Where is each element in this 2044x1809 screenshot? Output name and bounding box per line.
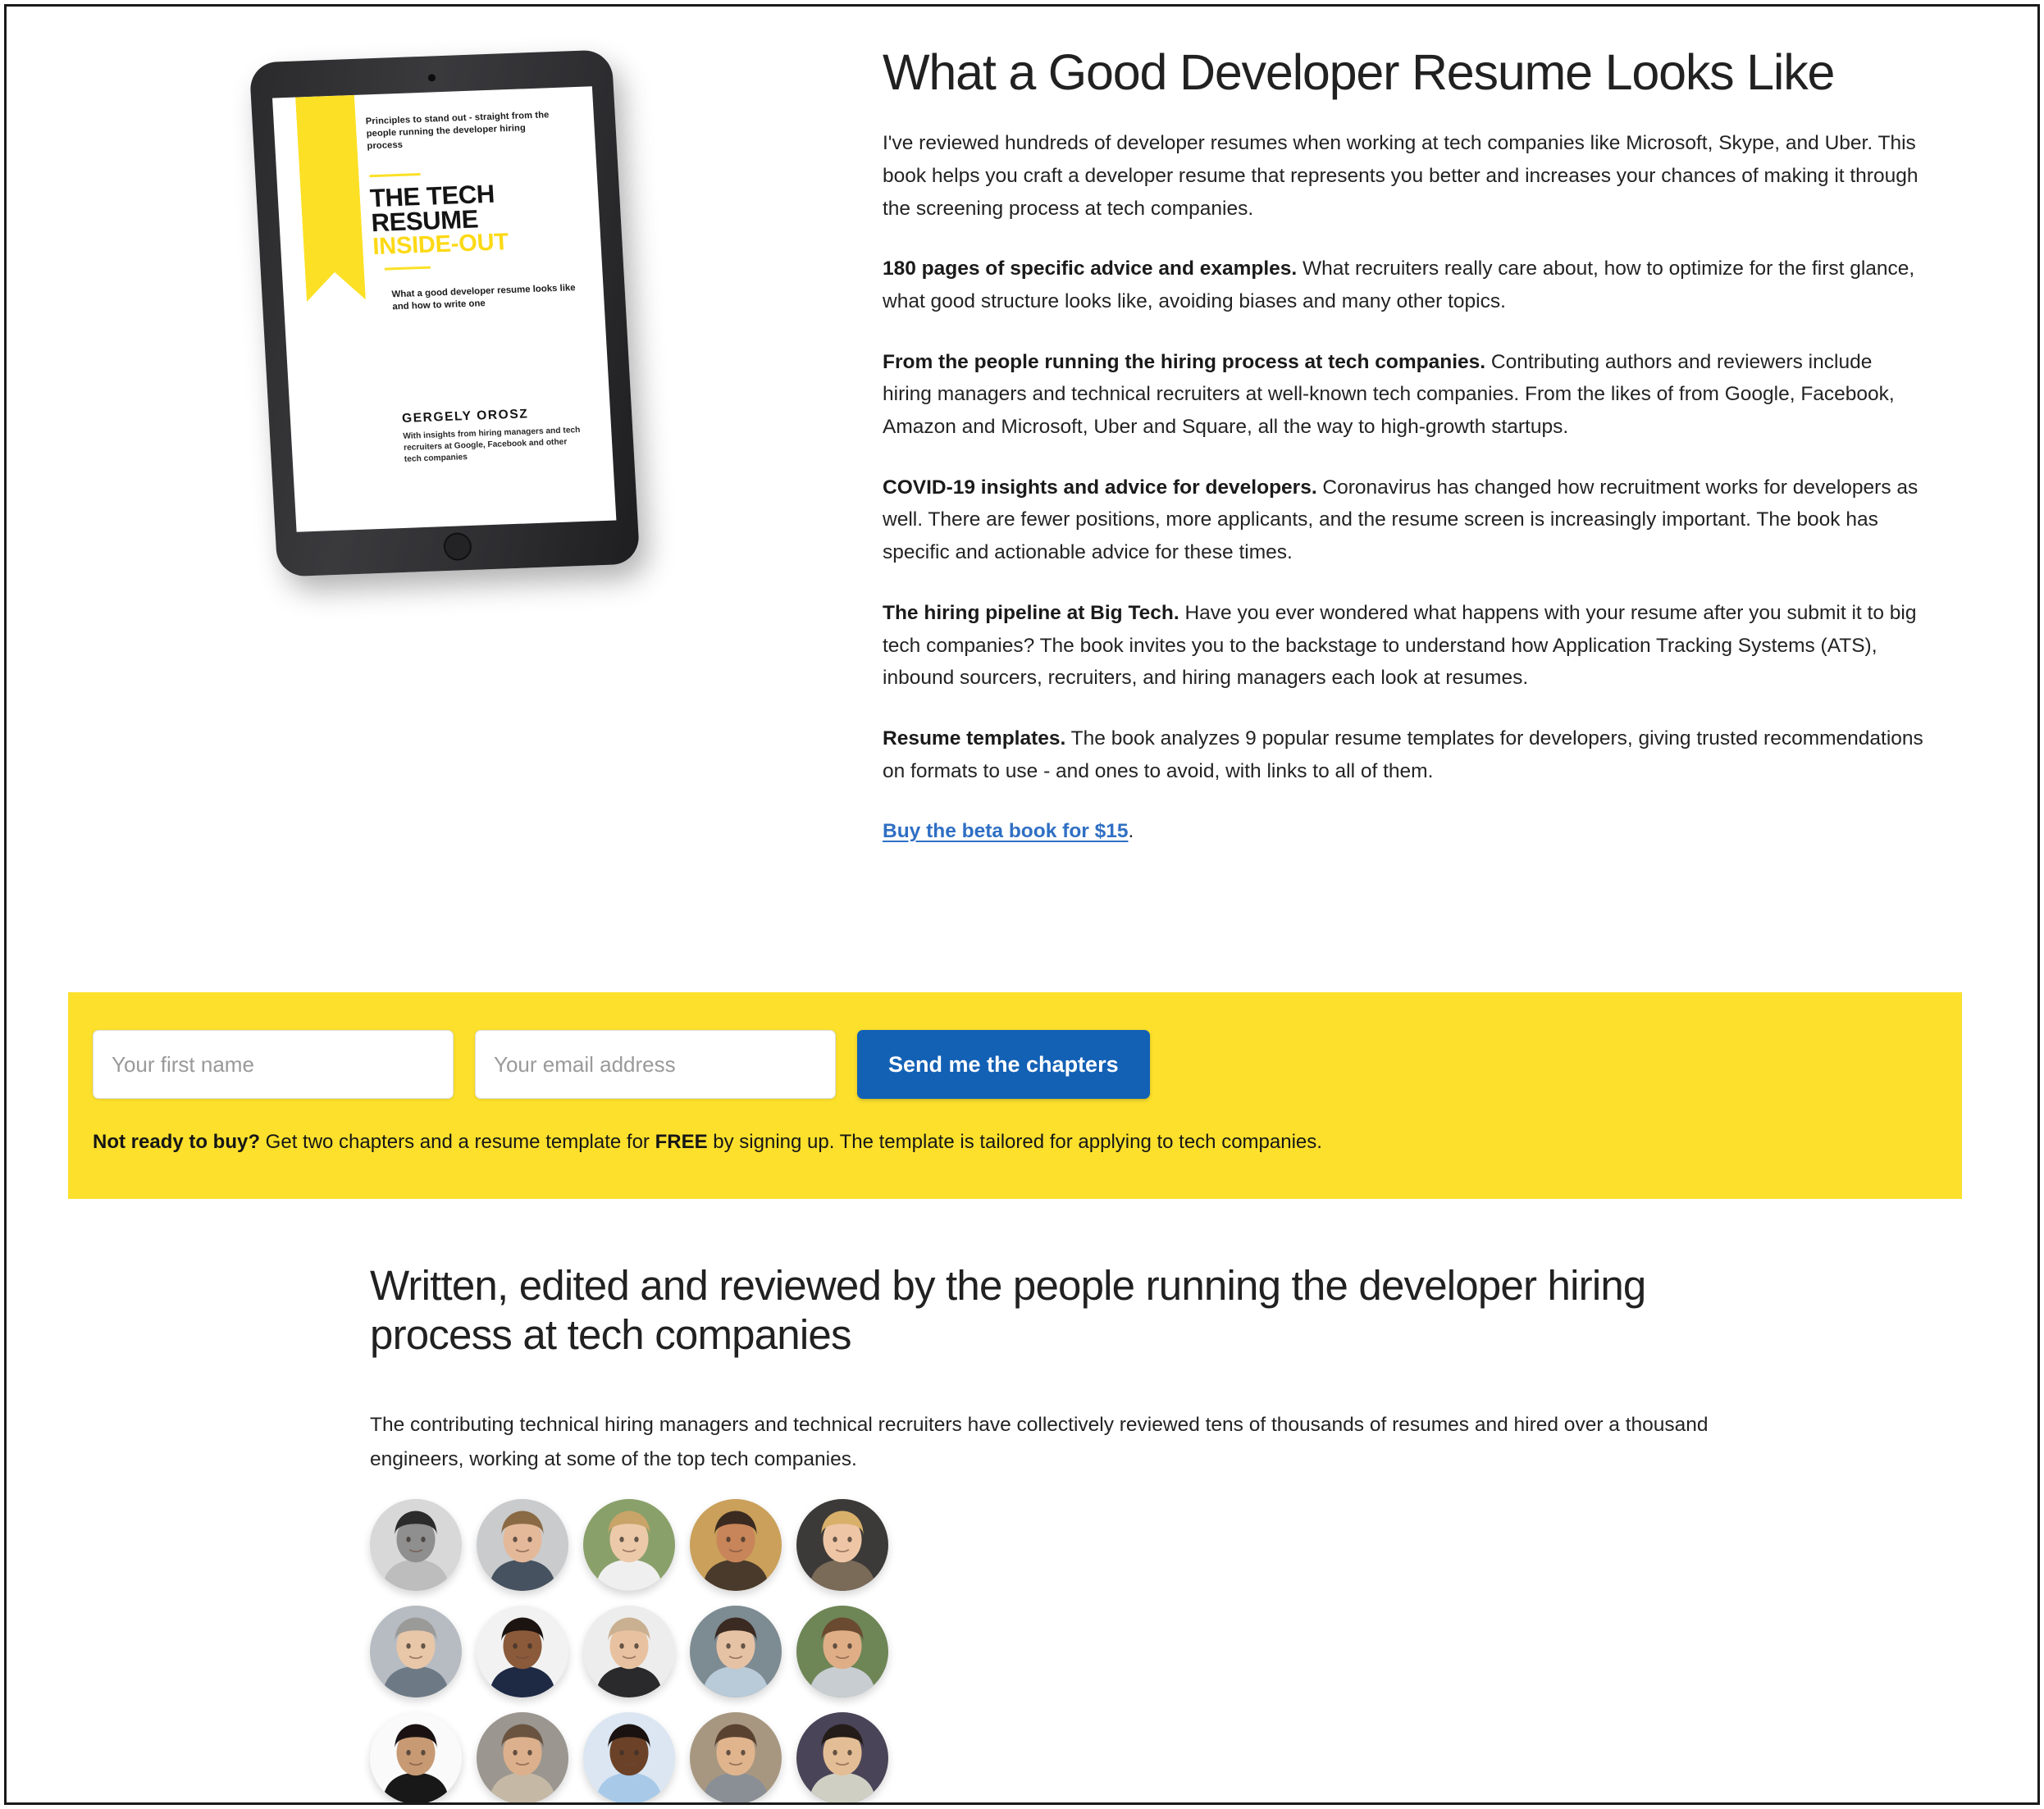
cover-credit: With insights from hiring managers and t… <box>403 426 581 465</box>
hero-paragraph-6: Resume templates. The book analyzes 9 po… <box>883 722 1926 787</box>
page-frame: Principles to stand out - straight from … <box>4 4 2040 1805</box>
page-title: What a Good Developer Resume Looks Like <box>883 44 1835 100</box>
signup-note-lead: Not ready to buy? <box>93 1131 261 1153</box>
avatar <box>690 1711 782 1802</box>
tablet-mockup: Principles to stand out - straight from … <box>249 49 641 581</box>
cover-author: GERGELY OROSZ <box>401 407 529 426</box>
camera-icon <box>427 74 436 82</box>
tablet-screen: Principles to stand out - straight from … <box>272 86 617 532</box>
cover-kicker: Principles to stand out - straight from … <box>365 110 550 152</box>
avatar <box>583 1711 675 1802</box>
hero-paragraph-2: 180 pages of specific advice and example… <box>883 253 1926 317</box>
book-cover: Principles to stand out - straight from … <box>272 86 616 531</box>
cover-rule-top <box>369 173 421 178</box>
buy-link-paragraph: Buy the beta book for $15. <box>883 815 1926 848</box>
avatar <box>796 1498 888 1591</box>
paragraph-lead: 180 pages of specific advice and example… <box>883 257 1298 280</box>
signup-form-row: Send me the chapters <box>93 1030 1937 1099</box>
buy-beta-book-link[interactable]: Buy the beta book for $15 <box>883 820 1129 842</box>
home-button-icon <box>442 531 472 562</box>
avatar <box>583 1498 675 1591</box>
cover-rule-bottom <box>384 266 431 271</box>
avatar <box>370 1711 462 1802</box>
avatar <box>583 1605 675 1697</box>
send-me-the-chapters-button[interactable]: Send me the chapters <box>857 1030 1150 1099</box>
paragraph-text: I've reviewed hundreds of developer resu… <box>883 132 1919 220</box>
hero-paragraph-3: From the people running the hiring proce… <box>883 346 1926 444</box>
cover-subtitle: What a good developer resume looks like … <box>391 283 576 312</box>
avatar <box>690 1605 782 1697</box>
signup-note: Not ready to buy? Get two chapters and a… <box>93 1128 1937 1157</box>
first-name-input[interactable] <box>93 1030 454 1099</box>
paragraph-lead: The hiring pipeline at Big Tech. <box>883 601 1179 624</box>
avatar <box>477 1605 568 1697</box>
signup-note-free: FREE <box>655 1131 708 1153</box>
hero-paragraph-4: COVID-19 insights and advice for develop… <box>883 472 1926 569</box>
newsletter-signup-bar: Send me the chapters Not ready to buy? G… <box>68 992 1962 1199</box>
email-input[interactable] <box>475 1030 836 1099</box>
contributors-title: Written, edited and reviewed by the peop… <box>370 1262 1646 1358</box>
book-image-column: Principles to stand out - straight from … <box>7 7 876 581</box>
hero-section: Principles to stand out - straight from … <box>7 7 2037 982</box>
avatar <box>477 1498 568 1591</box>
contributor-avatar-grid <box>370 1498 888 1802</box>
cover-title-line-3: INSIDE-OUT <box>372 229 509 261</box>
avatar <box>796 1711 888 1802</box>
hero-paragraph-5: The hiring pipeline at Big Tech. Have yo… <box>883 597 1926 695</box>
avatar <box>370 1498 462 1591</box>
avatar <box>477 1711 568 1802</box>
hero-text-column: What a Good Developer Resume Looks Like … <box>876 7 1959 876</box>
hero-paragraph-1: I've reviewed hundreds of developer resu… <box>883 127 1926 225</box>
avatar <box>796 1605 888 1697</box>
paragraph-lead: COVID-19 insights and advice for develop… <box>883 476 1317 499</box>
paragraph-lead: Resume templates. <box>883 727 1066 750</box>
contributors-body: The contributing technical hiring manage… <box>370 1414 1709 1471</box>
buy-link-suffix: . <box>1128 820 1134 843</box>
contributors-section: Written, edited and reviewed by the peop… <box>7 1261 2037 1802</box>
tablet-device-frame: Principles to stand out - straight from … <box>249 49 641 577</box>
cover-title: THE TECH RESUME INSIDE-OUT <box>369 179 578 261</box>
paragraph-lead: From the people running the hiring proce… <box>883 350 1486 373</box>
signup-note-part2: by signing up. The template is tailored … <box>707 1131 1322 1153</box>
signup-note-part1: Get two chapters and a resume template f… <box>260 1131 655 1153</box>
avatar <box>370 1605 462 1697</box>
avatar <box>690 1498 782 1591</box>
